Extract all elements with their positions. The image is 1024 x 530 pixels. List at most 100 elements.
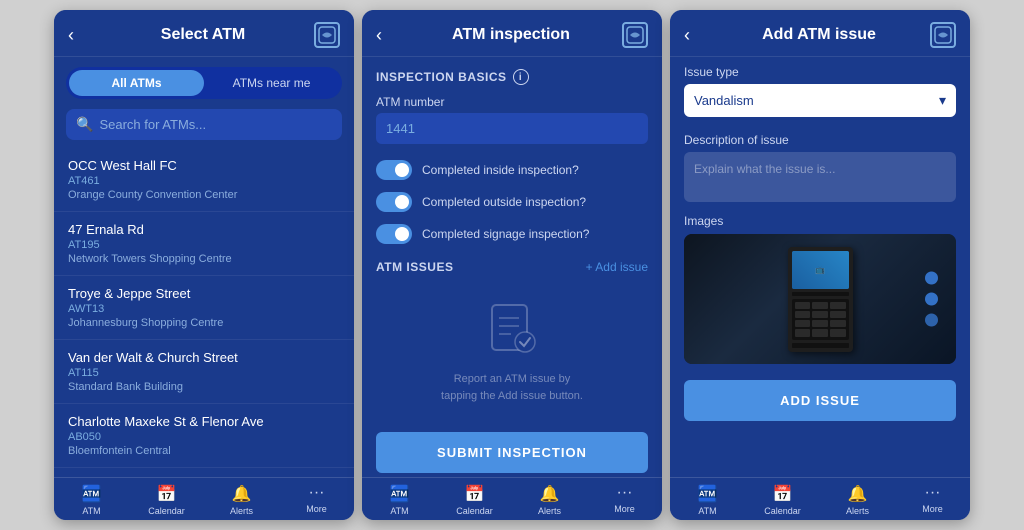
back-button[interactable]: ‹: [376, 25, 400, 46]
toggle-signage-label: Completed signage inspection?: [422, 227, 589, 241]
screen3-body: Issue type Vandalism ▾ Description of is…: [670, 57, 970, 477]
list-item[interactable]: OCC West Hall FC AT461 Orange County Con…: [54, 148, 354, 212]
atm-code: AB050: [68, 431, 340, 443]
nav-calendar[interactable]: 📅 Calendar: [129, 484, 204, 516]
standard-bank-logo: [314, 22, 340, 48]
nav-calendar-label: Calendar: [148, 506, 185, 516]
atm-code: AT461: [68, 175, 340, 187]
description-textarea[interactable]: Explain what the issue is...: [684, 152, 956, 202]
nav-alerts-label: Alerts: [846, 506, 869, 516]
atm-address: Johannesburg Shopping Centre: [68, 317, 340, 329]
description-label: Description of issue: [684, 133, 956, 147]
calendar-icon: 📅: [773, 484, 793, 504]
screen3-header: ‹ Add ATM issue: [670, 10, 970, 57]
atm-number-input[interactable]: 1441: [376, 113, 648, 144]
info-icon[interactable]: i: [513, 69, 529, 85]
atm-address: Network Towers Shopping Centre: [68, 253, 340, 265]
toggle-inside-switch[interactable]: [376, 160, 412, 180]
nav-alerts[interactable]: 🔔 Alerts: [512, 484, 587, 516]
back-button[interactable]: ‹: [68, 25, 92, 46]
atm-search-bar[interactable]: 🔍 Search for ATMs...: [66, 109, 342, 140]
screen1-bottom-nav: 🏧 ATM 📅 Calendar 🔔 Alerts ··· More: [54, 477, 354, 520]
atm-tab-bar: All ATMs ATMs near me: [66, 67, 342, 99]
add-issue-link[interactable]: + Add issue: [586, 260, 648, 274]
issue-type-label: Issue type: [684, 65, 956, 79]
atm-icon: 🏧: [390, 484, 410, 504]
alerts-icon: 🔔: [232, 484, 252, 504]
nav-more-label: More: [614, 504, 635, 514]
screen3-title: Add ATM issue: [708, 26, 930, 44]
screen2-title: ATM inspection: [400, 26, 622, 44]
nav-more[interactable]: ··· More: [895, 484, 970, 516]
atm-code: AWT13: [68, 303, 340, 315]
toggle-signage: Completed signage inspection?: [362, 218, 662, 250]
screen-add-issue: ‹ Add ATM issue Issue type Vandalism ▾ D…: [670, 10, 970, 520]
alerts-icon: 🔔: [540, 484, 560, 504]
atm-address: Standard Bank Building: [68, 381, 340, 393]
toggle-signage-switch[interactable]: [376, 224, 412, 244]
nav-alerts[interactable]: 🔔 Alerts: [204, 484, 279, 516]
screen3-bottom-nav: 🏧 ATM 📅 Calendar 🔔 Alerts ··· More: [670, 477, 970, 520]
inspection-basics-label: INSPECTION BASICS i: [362, 57, 662, 91]
atm-issues-label: ATM ISSUES: [376, 260, 453, 274]
list-item[interactable]: Troye & Jeppe Street AWT13 Johannesburg …: [54, 276, 354, 340]
nav-alerts[interactable]: 🔔 Alerts: [820, 484, 895, 516]
tab-all-atms[interactable]: All ATMs: [69, 70, 204, 96]
screen2-body: INSPECTION BASICS i ATM number 1441 Comp…: [362, 57, 662, 477]
description-group: Description of issue Explain what the is…: [670, 125, 970, 210]
nav-calendar-label: Calendar: [456, 506, 493, 516]
list-item[interactable]: Van der Walt & Church Street AT115 Stand…: [54, 340, 354, 404]
empty-state-icon: [487, 300, 537, 363]
more-icon: ···: [309, 484, 325, 502]
tab-atms-near-me[interactable]: ATMs near me: [204, 70, 339, 96]
atm-image-container: 📺: [684, 234, 956, 364]
nav-atm-label: ATM: [390, 506, 408, 516]
issue-type-select[interactable]: Vandalism ▾: [684, 84, 956, 117]
screen2-bottom-nav: 🏧 ATM 📅 Calendar 🔔 Alerts ··· More: [362, 477, 662, 520]
toggle-outside: Completed outside inspection?: [362, 186, 662, 218]
submit-inspection-button[interactable]: SUBMIT INSPECTION: [376, 432, 648, 473]
screen-atm-inspection: ‹ ATM inspection INSPECTION BASICS i ATM…: [362, 10, 662, 520]
nav-more-label: More: [922, 504, 943, 514]
screen2-header: ‹ ATM inspection: [362, 10, 662, 57]
atm-icon: 🏧: [82, 484, 102, 504]
nav-atm[interactable]: 🏧 ATM: [670, 484, 745, 516]
nav-more[interactable]: ··· More: [587, 484, 662, 516]
chevron-down-icon: ▾: [939, 92, 946, 109]
atm-name: Van der Walt & Church Street: [68, 350, 340, 365]
atm-code: AT115: [68, 367, 340, 379]
search-input[interactable]: Search for ATMs...: [99, 117, 206, 132]
list-item[interactable]: Charlotte Maxeke St & Flenor Ave AB050 B…: [54, 404, 354, 468]
issues-header: ATM ISSUES + Add issue: [362, 250, 662, 280]
atm-number-label: ATM number: [362, 91, 662, 113]
nav-calendar[interactable]: 📅 Calendar: [437, 484, 512, 516]
nav-atm-label: ATM: [82, 506, 100, 516]
nav-calendar-label: Calendar: [764, 506, 801, 516]
nav-atm[interactable]: 🏧 ATM: [54, 484, 129, 516]
standard-bank-logo: [930, 22, 956, 48]
nav-more-label: More: [306, 504, 327, 514]
atm-code: AT195: [68, 239, 340, 251]
standard-bank-logo: [622, 22, 648, 48]
nav-calendar[interactable]: 📅 Calendar: [745, 484, 820, 516]
alerts-icon: 🔔: [848, 484, 868, 504]
atm-name: Troye & Jeppe Street: [68, 286, 340, 301]
add-issue-button[interactable]: ADD ISSUE: [684, 380, 956, 421]
issue-type-group: Issue type Vandalism ▾: [670, 57, 970, 125]
calendar-icon: 📅: [157, 484, 177, 504]
nav-atm[interactable]: 🏧 ATM: [362, 484, 437, 516]
atm-name: OCC West Hall FC: [68, 158, 340, 173]
toggle-outside-switch[interactable]: [376, 192, 412, 212]
atm-name: 47 Ernala Rd: [68, 222, 340, 237]
back-button[interactable]: ‹: [684, 25, 708, 46]
more-icon: ···: [925, 484, 941, 502]
toggle-inside-label: Completed inside inspection?: [422, 163, 579, 177]
nav-more[interactable]: ··· More: [279, 484, 354, 516]
description-placeholder: Explain what the issue is...: [694, 162, 835, 176]
toggle-outside-label: Completed outside inspection?: [422, 195, 586, 209]
screen1-header: ‹ Select ATM: [54, 10, 354, 57]
screen1-title: Select ATM: [92, 26, 314, 44]
atm-address: Orange County Convention Center: [68, 189, 340, 201]
list-item[interactable]: 15 Kloof Nek Road AT034: [54, 468, 354, 477]
list-item[interactable]: 47 Ernala Rd AT195 Network Towers Shoppi…: [54, 212, 354, 276]
